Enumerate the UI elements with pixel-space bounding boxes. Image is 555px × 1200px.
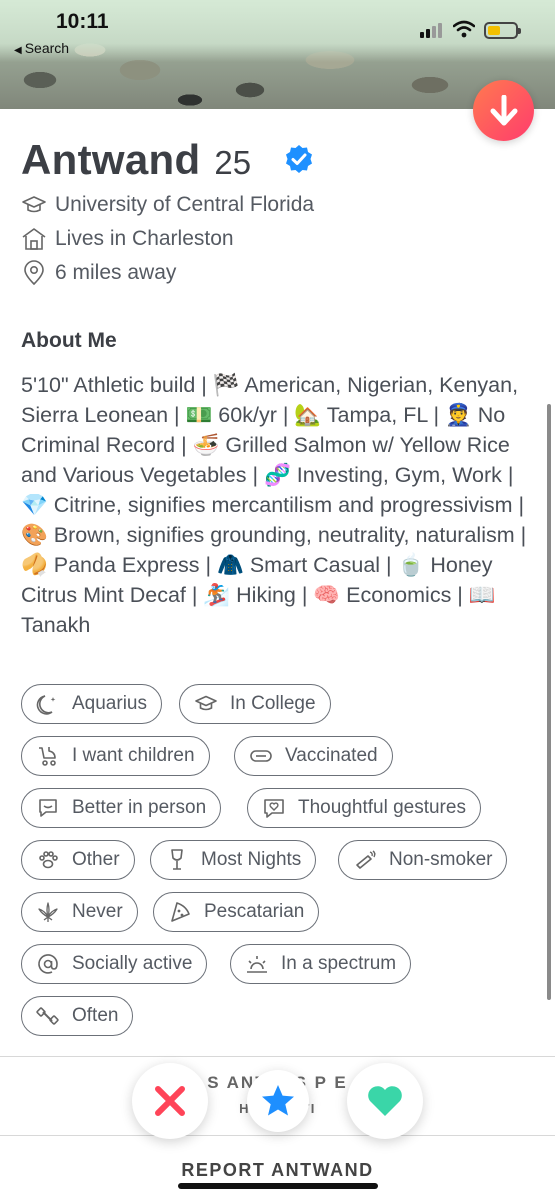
stroller-icon [39,747,56,766]
school-info: University of Central Florida [21,192,314,218]
status-bar: 10:11 ◀ Search [0,0,555,62]
chip-label: Often [72,1005,119,1026]
moon-icon [36,695,56,715]
school-text: University of Central Florida [55,193,315,216]
close-icon [155,1086,185,1116]
chip-label: I want children [72,745,195,766]
home-indicator [178,1183,378,1189]
sunrise-icon [247,956,267,973]
chip-smoking: Non-smoker [338,840,508,880]
nope-button[interactable] [132,1063,208,1139]
chip-label: Aquarius [72,693,147,714]
chip-label: Vaccinated [285,745,378,766]
cigarette-icon [356,850,376,869]
location-pin-icon [24,260,44,286]
chip-label: Socially active [72,953,193,974]
pizza-slice-icon [171,902,190,922]
star-icon [262,1085,294,1116]
residence-text: Lives in Charleston [55,227,234,250]
paw-icon [39,851,58,869]
name-row: Antwand 25 [21,136,251,186]
profile-name: Antwand [21,136,201,183]
dumbbell-icon [36,1007,59,1025]
verified-badge-icon[interactable] [284,144,314,174]
chip-zodiac: Aquarius [21,684,162,724]
chip-vaccination: Vaccinated [234,736,393,776]
graduation-cap-icon [195,695,217,711]
super-like-button[interactable] [247,1070,309,1132]
battery-icon [484,22,521,39]
wifi-icon [453,20,475,38]
scrollbar[interactable] [547,404,551,1000]
arrow-down-icon [490,95,518,126]
status-time: 10:11 [56,10,109,33]
chip-social-media: Socially active [21,944,208,984]
chat-bubble-icon [39,799,57,817]
cellular-signal-icon [420,22,446,38]
at-sign-icon [38,954,58,974]
chip-drinking: Most Nights [150,840,317,880]
heart-message-icon [264,799,284,818]
chip-love-language: Thoughtful gestures [247,788,481,828]
chip-label: Other [72,849,120,870]
chip-label: In College [230,693,316,714]
chip-label: Better in person [72,797,207,818]
chip-diet: Pescatarian [153,892,320,932]
back-label: Search [24,40,70,56]
pill-icon [250,750,272,762]
chip-cannabis: Never [21,892,138,932]
about-me-heading: About Me [21,329,117,352]
chip-label: Non-smoker [389,849,493,870]
chip-family-plans: I want children [21,736,210,776]
wine-glass-icon [171,849,183,870]
chip-sleeping-habits: In a spectrum [230,944,412,984]
like-button[interactable] [347,1063,423,1139]
chip-label: In a spectrum [281,953,397,974]
chip-workout: Often [21,996,134,1036]
chip-pets: Other [21,840,135,880]
chip-label: Most Nights [201,849,302,870]
distance-info: 6 miles away [21,260,176,286]
report-button[interactable]: REPORT ANTWAND [0,1160,555,1181]
chip-communication-style: Better in person [21,788,222,828]
chip-label: Thoughtful gestures [298,797,466,818]
house-icon [22,228,46,250]
residence-info: Lives in Charleston [21,226,234,252]
cannabis-leaf-icon [38,902,58,922]
chip-label: Never [72,901,123,922]
back-to-search-link[interactable]: ◀ Search [14,40,69,56]
distance-text: 6 miles away [55,261,177,284]
chip-label: Pescatarian [204,901,305,922]
heart-icon [368,1086,402,1116]
collapse-profile-button[interactable] [473,80,534,141]
graduation-cap-icon [22,196,46,213]
divider [0,1056,555,1057]
chip-education: In College [179,684,331,724]
profile-age: 25 [214,144,252,181]
divider [0,1135,555,1136]
about-me-text: 5'10" Athletic build | 🏁 American, Niger… [21,373,527,637]
